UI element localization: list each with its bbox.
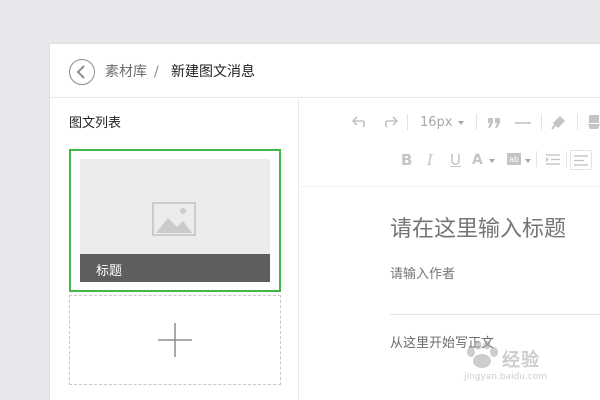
editor-toolbar: 16px B I U A ab (300, 99, 600, 187)
align-left-icon[interactable] (570, 150, 592, 170)
toolbar-divider (566, 151, 567, 167)
svg-text:ab: ab (509, 155, 519, 164)
caret-down-icon (525, 159, 531, 163)
clear-format-icon[interactable] (587, 114, 600, 130)
author-input[interactable] (390, 267, 600, 282)
blockquote-icon[interactable] (487, 117, 501, 129)
background-color-icon[interactable]: ab (507, 153, 521, 165)
article-list-sidebar: 图文列表 标题 (50, 99, 299, 400)
horizontal-rule-icon[interactable] (515, 121, 531, 125)
format-brush-icon[interactable] (551, 114, 567, 130)
font-size-dropdown[interactable]: 16px (420, 115, 453, 130)
chevron-left-icon (76, 65, 85, 79)
caret-down-icon (489, 159, 495, 163)
breadcrumb-current: 新建图文消息 (171, 64, 255, 80)
breadcrumb-parent-link[interactable]: 素材库 (105, 63, 147, 81)
toolbar-divider (536, 151, 537, 167)
editor-divider (390, 314, 600, 315)
image-placeholder-icon (152, 202, 196, 236)
article-title: 标题 (96, 264, 123, 279)
font-color-icon[interactable]: A (472, 152, 483, 168)
title-input[interactable] (390, 217, 600, 242)
indent-icon[interactable] (546, 154, 560, 165)
toolbar-divider (407, 114, 408, 130)
baidu-jingyan-watermark: 经验 jingyan.baidu.com (462, 338, 582, 384)
toolbar-divider (577, 114, 578, 130)
add-article-button[interactable] (69, 295, 281, 385)
breadcrumb-separator: / (154, 64, 159, 80)
back-button[interactable] (69, 59, 95, 85)
watermark-text: 经验 (502, 350, 540, 371)
undo-icon[interactable] (352, 116, 368, 128)
italic-icon[interactable]: I (427, 152, 433, 168)
toolbar-divider (476, 114, 477, 130)
cover-title-bar: 标题 (80, 254, 270, 282)
plus-icon (158, 323, 192, 357)
article-card-selected[interactable]: 标题 (69, 149, 281, 292)
page-header: 素材库 / 新建图文消息 (50, 44, 600, 98)
underline-icon[interactable]: U (450, 152, 461, 168)
bold-icon[interactable]: B (401, 152, 412, 168)
toolbar-divider (541, 114, 542, 130)
paw-icon (467, 340, 498, 368)
watermark-url: jingyan.baidu.com (464, 372, 548, 382)
sidebar-title: 图文列表 (69, 116, 122, 131)
redo-icon[interactable] (382, 116, 398, 128)
caret-down-icon (458, 121, 464, 125)
article-cover: 标题 (80, 159, 270, 282)
